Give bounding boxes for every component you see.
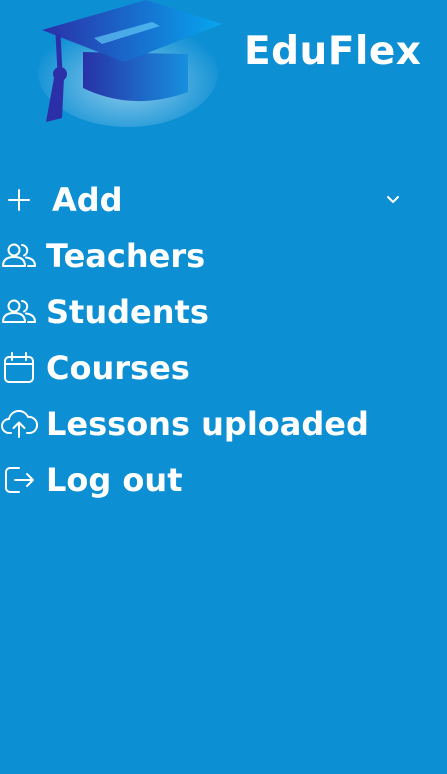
sidebar-item-log-out[interactable]: Log out	[0, 452, 447, 508]
calendar-icon	[0, 349, 38, 387]
cloud-upload-icon	[0, 405, 38, 443]
brand-name: EduFlex	[244, 29, 422, 74]
sidebar-item-label: Log out	[46, 461, 183, 499]
plus-icon	[0, 181, 38, 219]
logout-icon	[0, 461, 38, 499]
sidebar-item-lessons-uploaded[interactable]: Lessons uploaded	[0, 396, 447, 452]
sidebar-item-label: Teachers	[46, 237, 206, 275]
sidebar-item-add[interactable]: Add	[0, 172, 447, 228]
sidebar: EduFlex Add Teachers Students Courses Le…	[0, 0, 447, 774]
sidebar-item-label: Students	[46, 293, 209, 331]
sidebar-item-students[interactable]: Students	[0, 284, 447, 340]
sidebar-item-courses[interactable]: Courses	[0, 340, 447, 396]
sidebar-item-teachers[interactable]: Teachers	[0, 228, 447, 284]
users-icon	[0, 293, 38, 331]
sidebar-item-label: Courses	[46, 349, 190, 387]
sidebar-menu: Add Teachers Students Courses Lessons up…	[0, 172, 447, 508]
sidebar-item-label: Add	[52, 181, 123, 219]
chevron-down-icon[interactable]	[384, 191, 402, 209]
graduation-cap-icon[interactable]	[28, 0, 228, 130]
brand-header: EduFlex	[0, 0, 447, 140]
users-icon	[0, 237, 38, 275]
sidebar-item-label: Lessons uploaded	[46, 405, 369, 443]
